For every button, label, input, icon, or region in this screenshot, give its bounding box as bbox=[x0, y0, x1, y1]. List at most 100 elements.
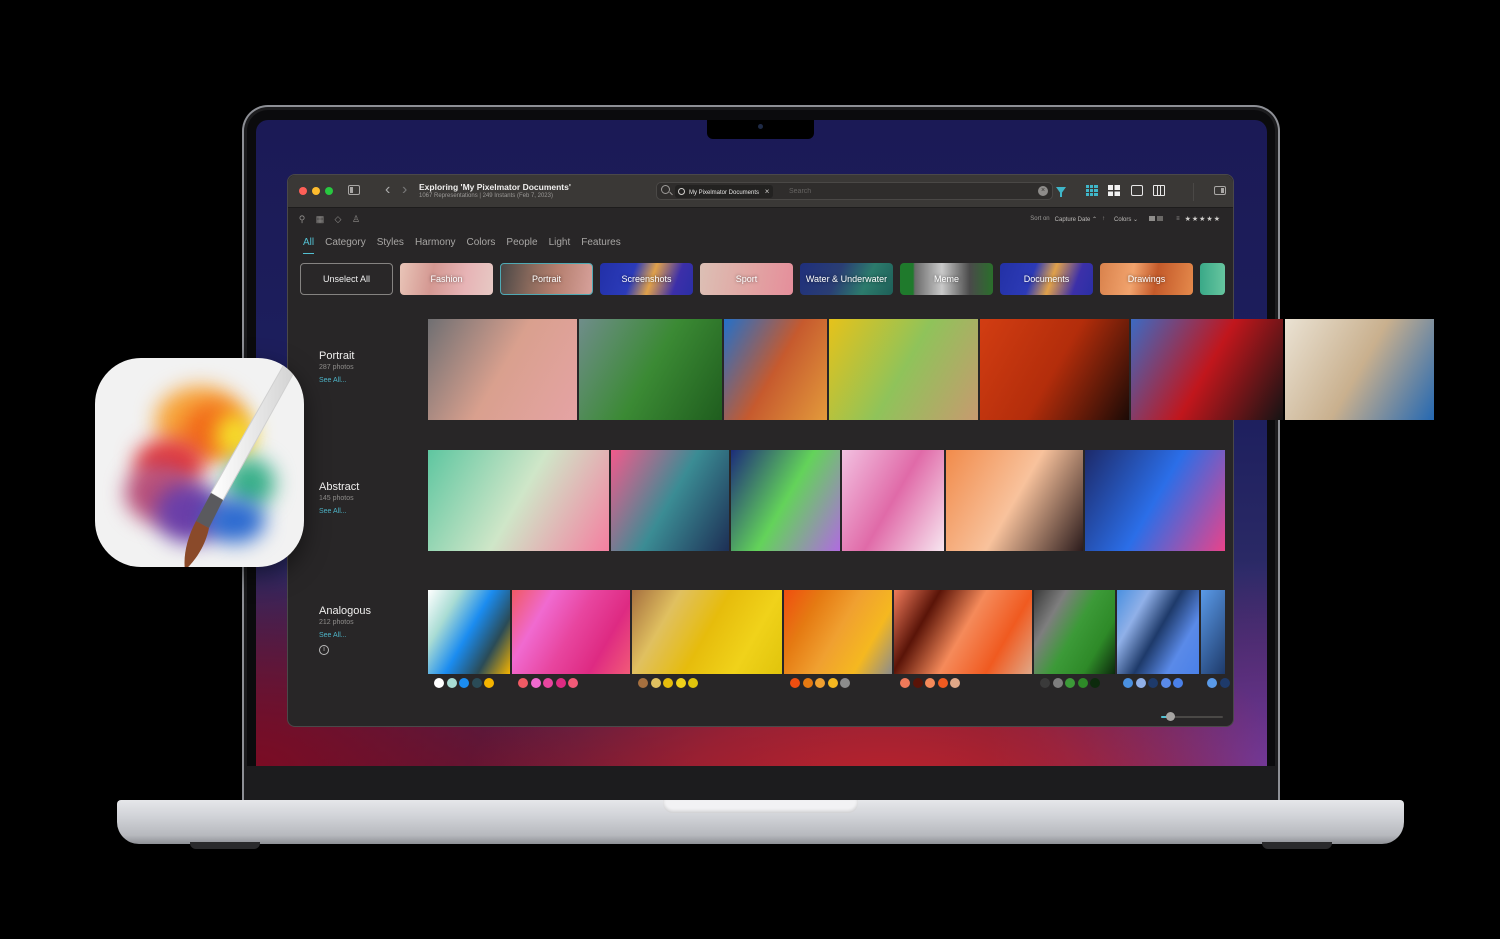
color-swatch[interactable] bbox=[1135, 678, 1146, 688]
photo-thumbnail[interactable] bbox=[842, 450, 944, 551]
calendar-icon[interactable]: ▦ bbox=[315, 214, 325, 224]
photo-thumbnail[interactable] bbox=[1201, 590, 1225, 674]
color-swatch[interactable] bbox=[459, 678, 469, 688]
color-swatch[interactable] bbox=[1160, 678, 1171, 688]
tab-features[interactable]: Features bbox=[581, 237, 620, 251]
inspector-toggle-icon[interactable] bbox=[1214, 186, 1226, 195]
chip-fashion[interactable]: Fashion bbox=[400, 263, 493, 295]
color-swatch[interactable] bbox=[1148, 678, 1158, 688]
color-swatch[interactable] bbox=[1207, 678, 1217, 688]
photo-thumbnail[interactable] bbox=[731, 450, 840, 551]
tab-styles[interactable]: Styles bbox=[377, 237, 404, 251]
color-swatch[interactable] bbox=[471, 678, 482, 688]
photo-thumbnail[interactable] bbox=[1034, 590, 1115, 674]
color-swatch[interactable] bbox=[555, 678, 566, 688]
color-swatch[interactable] bbox=[815, 678, 825, 688]
photo-thumbnail[interactable] bbox=[980, 319, 1129, 420]
photo-thumbnail[interactable] bbox=[512, 590, 630, 674]
tab-colors[interactable]: Colors bbox=[467, 237, 496, 251]
tag-icon[interactable]: ◇ bbox=[333, 214, 343, 224]
color-swatch[interactable] bbox=[937, 678, 948, 688]
color-swatch[interactable] bbox=[912, 678, 923, 688]
chip-documents[interactable]: Documents bbox=[1000, 263, 1093, 295]
color-swatch[interactable] bbox=[518, 678, 528, 688]
photo-thumbnail[interactable] bbox=[428, 319, 577, 420]
color-swatch[interactable] bbox=[1052, 678, 1063, 688]
color-swatch[interactable] bbox=[1123, 678, 1133, 688]
person-icon[interactable]: ♙ bbox=[351, 214, 361, 224]
chip-water-underwater[interactable]: Water & Underwater bbox=[800, 263, 893, 295]
remove-token-icon[interactable]: × bbox=[765, 187, 770, 196]
photo-thumbnail[interactable] bbox=[428, 450, 609, 551]
photo-thumbnail[interactable] bbox=[784, 590, 892, 674]
grid-small-view-icon[interactable] bbox=[1086, 185, 1098, 196]
sort-dropdown[interactable]: Capture Date ⌃ bbox=[1055, 216, 1097, 223]
photo-thumbnail[interactable] bbox=[611, 450, 729, 551]
clear-search-button[interactable]: × bbox=[1038, 186, 1048, 196]
color-swatch[interactable] bbox=[1219, 678, 1230, 688]
photo-thumbnail[interactable] bbox=[724, 319, 827, 420]
tab-light[interactable]: Light bbox=[549, 237, 571, 251]
back-button[interactable]: ‹ bbox=[385, 181, 390, 199]
thumbnail-size-slider[interactable] bbox=[1161, 712, 1223, 721]
colors-dropdown[interactable]: Colors ⌄ bbox=[1114, 216, 1138, 223]
forward-button[interactable]: › bbox=[402, 181, 407, 199]
color-swatch[interactable] bbox=[530, 678, 541, 688]
sort-direction-button[interactable]: ↑ bbox=[1102, 216, 1105, 222]
search-input[interactable] bbox=[789, 185, 1029, 198]
chip-screenshots[interactable]: Screenshots bbox=[600, 263, 693, 295]
hierarchy-icon[interactable]: ⚲ bbox=[297, 214, 307, 224]
minimize-button[interactable] bbox=[312, 187, 320, 195]
grid-large-view-icon[interactable] bbox=[1108, 185, 1120, 196]
info-icon[interactable]: i bbox=[319, 645, 329, 655]
color-swatch[interactable] bbox=[675, 678, 686, 688]
see-all-link[interactable]: See All... bbox=[319, 377, 354, 384]
search-scope-token[interactable]: My Pixelmator Documents × bbox=[675, 185, 774, 198]
color-swatch[interactable] bbox=[802, 678, 813, 688]
color-swatch[interactable] bbox=[840, 678, 850, 688]
rating-filter-icon[interactable]: ≡ bbox=[1176, 216, 1180, 222]
color-swatch[interactable] bbox=[650, 678, 661, 688]
color-swatch[interactable] bbox=[484, 678, 494, 688]
color-swatch[interactable] bbox=[1065, 678, 1075, 688]
photo-thumbnail[interactable] bbox=[579, 319, 722, 420]
color-swatch[interactable] bbox=[1090, 678, 1100, 688]
color-swatch[interactable] bbox=[663, 678, 673, 688]
rating-stars[interactable]: ★★★★★ bbox=[1185, 215, 1221, 223]
sidebar-toggle-icon[interactable] bbox=[348, 185, 360, 195]
photo-thumbnail[interactable] bbox=[1285, 319, 1434, 420]
see-all-link[interactable]: See All... bbox=[319, 632, 371, 639]
chip-portrait[interactable]: Portrait bbox=[500, 263, 593, 295]
color-swatch[interactable] bbox=[1040, 678, 1050, 688]
color-swatch[interactable] bbox=[900, 678, 910, 688]
color-swatch[interactable] bbox=[543, 678, 553, 688]
photo-thumbnail[interactable] bbox=[946, 450, 1083, 551]
single-view-icon[interactable] bbox=[1131, 185, 1143, 196]
chip-more[interactable] bbox=[1200, 263, 1225, 295]
color-swatch[interactable] bbox=[925, 678, 935, 688]
flag-filter[interactable] bbox=[1149, 215, 1165, 223]
filter-icon[interactable] bbox=[1056, 187, 1066, 197]
photo-thumbnail[interactable] bbox=[1117, 590, 1199, 674]
tab-category[interactable]: Category bbox=[325, 237, 366, 251]
zoom-button[interactable] bbox=[325, 187, 333, 195]
color-swatch[interactable] bbox=[950, 678, 960, 688]
color-swatch[interactable] bbox=[827, 678, 838, 688]
color-swatch[interactable] bbox=[1077, 678, 1088, 688]
color-swatch[interactable] bbox=[790, 678, 800, 688]
color-swatch[interactable] bbox=[568, 678, 578, 688]
tab-all[interactable]: All bbox=[303, 237, 315, 254]
photo-thumbnail[interactable] bbox=[1131, 319, 1283, 420]
tab-harmony[interactable]: Harmony bbox=[415, 237, 456, 251]
color-swatch[interactable] bbox=[446, 678, 457, 688]
tab-people[interactable]: People bbox=[506, 237, 537, 251]
photo-thumbnail[interactable] bbox=[632, 590, 782, 674]
chip-meme[interactable]: Meme bbox=[900, 263, 993, 295]
close-button[interactable] bbox=[299, 187, 307, 195]
color-swatch[interactable] bbox=[1173, 678, 1183, 688]
search-bar[interactable]: My Pixelmator Documents × × bbox=[656, 182, 1053, 200]
photo-thumbnail[interactable] bbox=[894, 590, 1032, 674]
slider-knob[interactable] bbox=[1165, 712, 1175, 721]
unselect-all-button[interactable]: Unselect All bbox=[300, 263, 393, 295]
color-swatch[interactable] bbox=[638, 678, 648, 688]
